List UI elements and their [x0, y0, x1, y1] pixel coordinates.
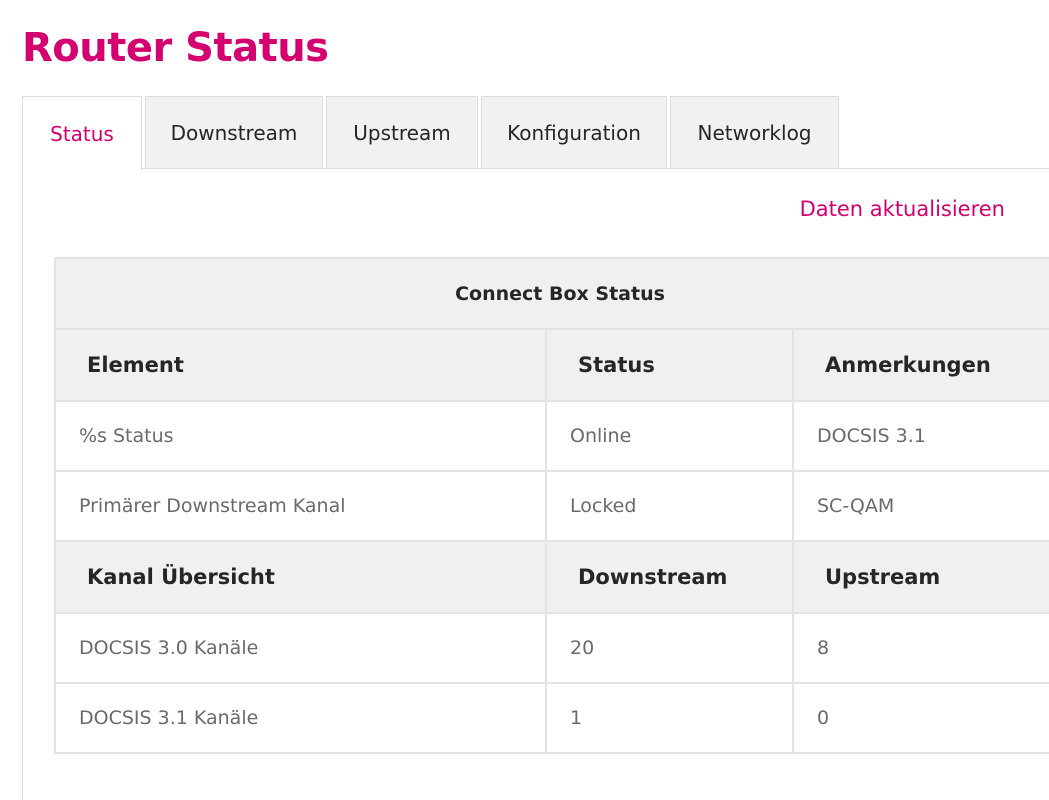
table-cell: %s Status — [54, 400, 547, 472]
table-caption: Connect Box Status — [53, 257, 1049, 330]
table-cell: DOCSIS 3.1 — [791, 400, 1049, 472]
table-cell: 0 — [791, 682, 1049, 754]
table-cell: 1 — [545, 682, 794, 754]
column-header-upstream: Upstream — [791, 540, 1049, 614]
table-cell: Locked — [545, 470, 794, 542]
tab-bar: Status Downstream Upstream Konfiguration… — [22, 96, 842, 170]
table-row: %s Status Online DOCSIS 3.1 — [54, 400, 1049, 472]
refresh-data-link[interactable]: Daten aktualisieren — [800, 197, 1005, 221]
table-header-row: Element Status Anmerkungen — [54, 328, 1049, 402]
column-header-anmerkungen: Anmerkungen — [791, 328, 1049, 402]
table-cell: DOCSIS 3.1 Kanäle — [54, 682, 547, 754]
column-header-status: Status — [545, 328, 794, 402]
table-cell: Primärer Downstream Kanal — [54, 470, 547, 542]
column-header-kanal-uebersicht: Kanal Übersicht — [54, 540, 547, 614]
column-header-downstream: Downstream — [545, 540, 794, 614]
tab-konfiguration[interactable]: Konfiguration — [481, 96, 667, 169]
table-cell: 20 — [545, 612, 794, 684]
tab-downstream[interactable]: Downstream — [145, 96, 323, 169]
tab-status[interactable]: Status — [22, 96, 142, 170]
column-header-element: Element — [54, 328, 547, 402]
router-status-page: Router Status Status Downstream Upstream… — [0, 0, 1049, 800]
table-header-row: Kanal Übersicht Downstream Upstream — [54, 540, 1049, 614]
table-row: DOCSIS 3.1 Kanäle 1 0 — [54, 682, 1049, 754]
table-cell: Online — [545, 400, 794, 472]
tab-networklog[interactable]: Networklog — [670, 96, 839, 169]
table-cell: SC-QAM — [791, 470, 1049, 542]
table-row: DOCSIS 3.0 Kanäle 20 8 — [54, 612, 1049, 684]
tab-upstream[interactable]: Upstream — [326, 96, 478, 169]
page-title: Router Status — [22, 25, 329, 71]
connect-box-status-table: Connect Box Status Element Status Anmerk… — [53, 257, 1049, 754]
table-cell: DOCSIS 3.0 Kanäle — [54, 612, 547, 684]
table-cell: 8 — [791, 612, 1049, 684]
table-row: Primärer Downstream Kanal Locked SC-QAM — [54, 470, 1049, 542]
table-caption-row: Connect Box Status — [53, 257, 1049, 330]
